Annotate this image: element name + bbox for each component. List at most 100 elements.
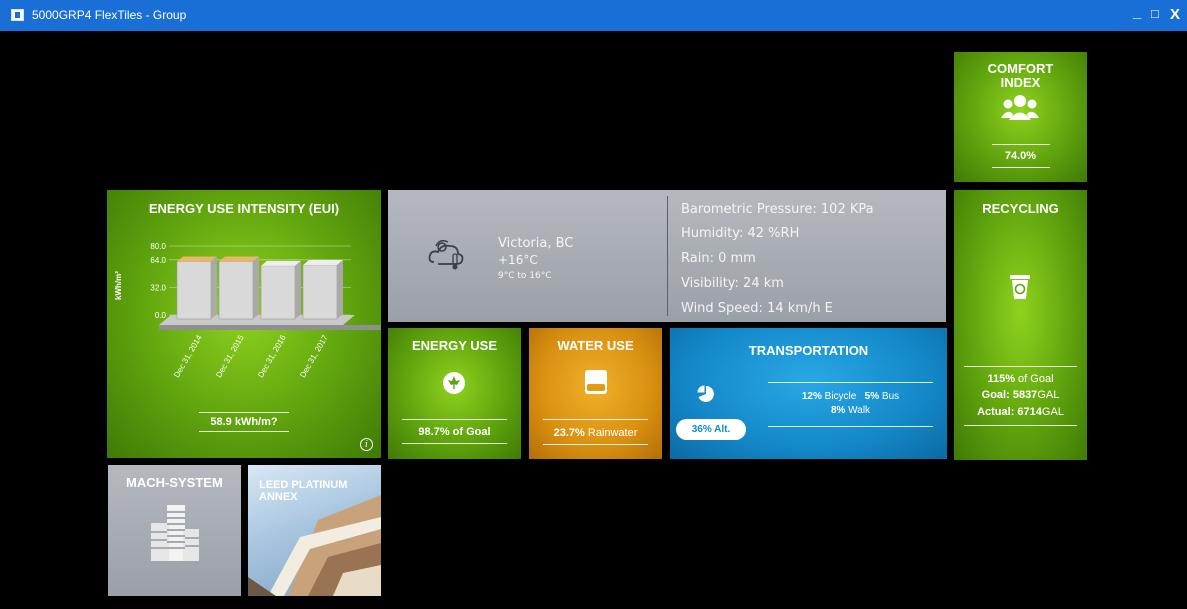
bicycle-pct: 12% [801, 391, 822, 402]
weather-rain: Rain: 0 mm [681, 251, 756, 266]
comfort-value: 74.0% [1004, 150, 1037, 162]
tile-comfort-index[interactable]: COMFORT INDEX 74.0% [954, 52, 1087, 182]
divider [199, 431, 289, 432]
weather-pressure: Barometric Pressure: 102 KPa [681, 202, 874, 217]
recycling-title: RECYCLING [982, 201, 1059, 216]
chart-bar-side [295, 260, 301, 319]
weather-divider [667, 196, 668, 316]
tile-recycling[interactable]: RECYCLING 115% of Goal Goal: 5837GAL Act… [954, 190, 1087, 460]
divider [402, 419, 507, 420]
maximize-button[interactable]: □ [1151, 6, 1159, 21]
tile-mach-system[interactable]: MACH-SYSTEM [108, 465, 241, 596]
chart-bar [260, 265, 296, 320]
recycling-actual-label: Actual: [977, 406, 1018, 418]
weather-temp: +16°C [498, 253, 538, 267]
x-tick-label: Dec 31, 2016 [256, 333, 288, 379]
tile-leed-platinum-annex[interactable]: LEED PLATINUM ANNEX [248, 465, 381, 596]
recycling-actual: Actual: 6714GAL [954, 406, 1087, 418]
minimize-button[interactable]: _ [1133, 4, 1141, 21]
y-tick-label: 32.0 [150, 283, 166, 292]
x-tick-label: Dec 31, 2014 [172, 333, 204, 379]
chart-bar [218, 261, 254, 320]
chart-bar-side [211, 256, 217, 319]
eui-title: ENERGY USE INTENSITY (EUI) [148, 201, 340, 216]
eui-value: 58.9 kWh/m? [210, 416, 278, 428]
weather-cloud-icon [428, 239, 464, 270]
recycling-actual-unit: GAL [1041, 406, 1064, 418]
divider [543, 419, 648, 420]
water-use-suffix: Rainwater [584, 427, 638, 439]
transportation-walk: 8% Walk [768, 405, 933, 416]
chart-platform-edge [159, 325, 381, 330]
weather-humidity: Humidity: 42 %RH [681, 226, 800, 241]
water-use-value: 23.7% Rainwater [529, 427, 662, 439]
y-tick-label: 64.0 [150, 256, 166, 265]
y-tick-label: 0.0 [155, 311, 167, 320]
chart-bar-top [261, 260, 301, 266]
close-button[interactable]: X [1170, 6, 1180, 23]
recycling-goal-value: 5837 [1012, 389, 1038, 401]
tile-water-use[interactable]: WATER USE 23.7% Rainwater [529, 328, 662, 459]
recycling-goal-pct-value: 115% [987, 373, 1015, 385]
tile-transportation[interactable]: TRANSPORTATION 12% Bicycle 5% Bus 8% Wal… [670, 328, 947, 459]
recycling-goal-pct: 115% of Goal [954, 373, 1087, 385]
chart-bar-side [253, 256, 259, 319]
tile-weather[interactable]: Victoria, BC +16°C 9°C to 16°C Barometri… [388, 190, 946, 322]
recycling-actual-value: 6714 [1017, 406, 1042, 418]
energy-use-value: 98.7% of Goal [418, 426, 491, 438]
x-tick-label: Dec 31, 2015 [214, 333, 246, 379]
bicycle-label: Bicycle [821, 391, 857, 402]
recycling-goal-label: Goal: [981, 389, 1013, 401]
people-icon [1001, 95, 1039, 120]
water-tank-icon [585, 370, 607, 394]
recycling-goal: Goal: 5837GAL [954, 389, 1087, 401]
y-tick-label: 80.0 [150, 242, 166, 251]
leed-title: LEED PLATINUM ANNEX [259, 479, 347, 503]
chart-bar-top [177, 256, 217, 262]
eui-chart: 80.0 64.0 32.0 0.0 kWh/m² Dec 31, 2014 Dec 31,… [114, 242, 381, 379]
divider [543, 444, 648, 445]
y-axis-label: kWh/m² [114, 271, 123, 300]
weather-visibility: Visibility: 24 km [681, 276, 784, 291]
chart-bar-side [337, 259, 343, 319]
comfort-title-line2: INDEX [1000, 75, 1041, 90]
weather-wind: Wind Speed: 14 km/h E [681, 301, 833, 316]
recycling-goal-unit: GAL [1037, 389, 1060, 401]
tile-energy-use[interactable]: ENERGY USE 98.7% of Goal [388, 328, 521, 459]
energy-use-title: ENERGY USE [411, 338, 497, 353]
bus-label: Bus [879, 391, 900, 402]
transportation-title: TRANSPORTATION [748, 343, 869, 358]
info-icon[interactable]: i [360, 438, 373, 451]
x-tick-label: Dec 31, 2017 [298, 333, 330, 379]
leed-title-line2: ANNEX [259, 491, 298, 503]
bus-pct: 5% [864, 391, 880, 402]
walk-label: Walk [845, 405, 871, 416]
alt-transport-badge: 36% Alt. [676, 419, 746, 440]
chart-bar-top [219, 256, 259, 262]
weather-city: Victoria, BC [498, 236, 574, 251]
divider [199, 412, 289, 413]
walk-pct: 8% [830, 405, 846, 416]
leed-title-line1: LEED PLATINUM [259, 479, 348, 491]
divider [964, 366, 1077, 367]
app-icon [11, 9, 24, 21]
divider [768, 382, 933, 383]
chart-bar-top [303, 259, 343, 265]
pie-chart-icon [697, 385, 714, 402]
chart-bar [302, 264, 338, 320]
water-use-pct: 23.7% [553, 427, 585, 439]
recycle-bin-icon [1010, 275, 1030, 299]
comfort-title: COMFORT INDEX [954, 62, 1087, 90]
transportation-bicycle-bus: 12% Bicycle 5% Bus [768, 391, 933, 402]
window-title: 5000GRP4 FlexTiles - Group [32, 8, 187, 22]
window-titlebar: 5000GRP4 FlexTiles - Group _ □ X [0, 0, 1187, 31]
divider [992, 167, 1050, 168]
divider [768, 426, 933, 427]
mach-title: MACH-SYSTEM [126, 475, 223, 490]
tile-energy-use-intensity[interactable]: ENERGY USE INTENSITY (EUI) 80.0 64.0 32.0 0… [107, 190, 381, 458]
recycling-goal-suffix: of Goal [1015, 373, 1054, 385]
divider [992, 144, 1050, 145]
building-icon [151, 505, 199, 561]
divider [964, 425, 1077, 426]
divider [402, 443, 507, 444]
